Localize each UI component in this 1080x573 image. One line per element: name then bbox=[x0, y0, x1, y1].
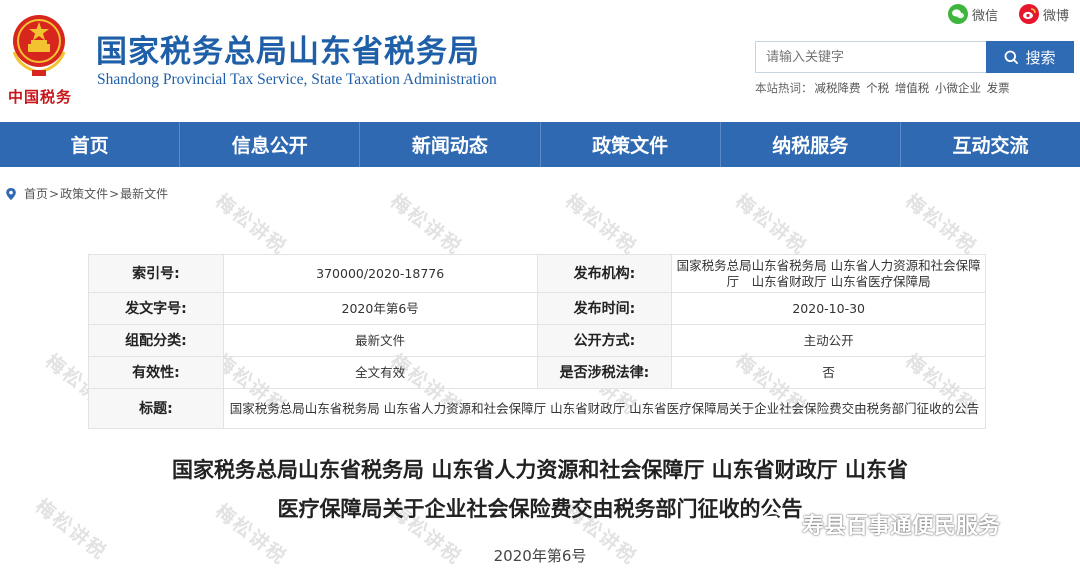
doc-number-label: 发文字号: bbox=[88, 292, 224, 325]
search-button[interactable]: 搜索 bbox=[986, 41, 1074, 73]
breadcrumb-latest[interactable]: 最新文件 bbox=[120, 185, 168, 202]
table-row: 发文字号: 2020年第6号 发布时间: 2020-10-30 bbox=[88, 292, 986, 325]
wechat-link[interactable]: 微信 bbox=[948, 4, 998, 24]
brand-watermark-text: 寿县百事通便民服务 bbox=[802, 514, 1001, 539]
publish-date-value: 2020-10-30 bbox=[671, 292, 986, 325]
watermark-text: 梅松讲税 bbox=[386, 190, 466, 260]
weibo-link[interactable]: 微博 bbox=[1019, 4, 1069, 24]
category-label: 组配分类: bbox=[88, 324, 224, 357]
hot-words: 本站热词： 减税降费 个税 增值税 小微企业 发票 bbox=[755, 80, 1010, 96]
watermark-text: 梅松讲税 bbox=[731, 190, 811, 260]
search-icon bbox=[1005, 50, 1019, 64]
emblem-caption: 中国税务 bbox=[8, 88, 73, 106]
weibo-label: 微博 bbox=[1043, 8, 1070, 24]
nav-item-home[interactable]: 首页 bbox=[0, 122, 181, 167]
watermark-text: 梅松讲税 bbox=[211, 190, 291, 260]
open-mode-label: 公开方式: bbox=[536, 324, 673, 357]
index-label: 索引号: bbox=[88, 254, 224, 293]
index-value: 370000/2020-18776 bbox=[222, 254, 538, 293]
breadcrumb-separator: > bbox=[49, 186, 60, 201]
watermark-text: 梅松讲税 bbox=[561, 190, 641, 260]
nav-item-tax-service[interactable]: 纳税服务 bbox=[721, 122, 901, 167]
hot-word-link[interactable]: 个税 bbox=[866, 81, 889, 95]
nav-item-info-disclosure[interactable]: 信息公开 bbox=[180, 122, 361, 167]
main-nav: 首页 信息公开 新闻动态 政策文件 纳税服务 互动交流 bbox=[0, 122, 1080, 167]
wechat-label: 微信 bbox=[972, 8, 999, 24]
watermark-text: 梅松讲税 bbox=[901, 190, 981, 260]
title-value: 国家税务总局山东省税务局 山东省人力资源和社会保障厅 山东省财政厅 山东省医疗保… bbox=[222, 388, 987, 429]
title-label: 标题: bbox=[88, 388, 224, 429]
category-value: 最新文件 bbox=[222, 324, 538, 357]
hot-words-label: 本站热词： bbox=[755, 81, 813, 95]
search-input[interactable] bbox=[755, 41, 987, 73]
weibo-icon bbox=[1019, 4, 1039, 24]
breadcrumb-policy[interactable]: 政策文件 bbox=[60, 185, 108, 202]
publisher-value: 国家税务总局山东省税务局 山东省人力资源和社会保障厅 山东省财政厅 山东省医疗保… bbox=[671, 254, 986, 293]
open-mode-value: 主动公开 bbox=[671, 324, 986, 357]
hot-word-link[interactable]: 减税降费 bbox=[815, 81, 861, 95]
breadcrumb-home[interactable]: 首页 bbox=[24, 185, 48, 202]
nav-item-interaction[interactable]: 互动交流 bbox=[901, 122, 1080, 167]
brand-watermark: 寿县百事通便民服务 bbox=[760, 508, 1000, 540]
table-row: 组配分类: 最新文件 公开方式: 主动公开 bbox=[88, 324, 986, 357]
article-doc-number: 2020年第6号 bbox=[493, 547, 587, 565]
national-emblem-icon bbox=[12, 15, 66, 76]
site-header: 中国税务 国家税务总局山东省税务局 Shandong Provincial Ta… bbox=[0, 0, 1080, 122]
table-row: 有效性: 全文有效 是否涉税法律: 否 bbox=[88, 356, 986, 389]
hot-word-link[interactable]: 增值税 bbox=[895, 81, 930, 95]
document-info-table: 索引号: 370000/2020-18776 发布机构: 国家税务总局山东省税务… bbox=[88, 254, 987, 429]
breadcrumb: 首页 > 政策文件 > 最新文件 bbox=[4, 185, 168, 202]
hot-word-link[interactable]: 发票 bbox=[987, 81, 1010, 95]
nav-item-news[interactable]: 新闻动态 bbox=[360, 122, 541, 167]
location-pin-icon bbox=[6, 187, 16, 200]
site-title[interactable]: 国家税务总局山东省税务局 bbox=[96, 26, 480, 71]
article-title-line: 国家税务总局山东省税务局 山东省人力资源和社会保障厅 山东省财政厅 山东省 bbox=[172, 458, 908, 482]
doc-number-value: 2020年第6号 bbox=[222, 292, 538, 325]
publisher-label: 发布机构: bbox=[536, 254, 673, 293]
hot-word-link[interactable]: 小微企业 bbox=[935, 81, 981, 95]
search-button-label: 搜索 bbox=[1025, 49, 1056, 67]
tax-law-label: 是否涉税法律: bbox=[536, 356, 673, 389]
nav-item-policy[interactable]: 政策文件 bbox=[541, 122, 721, 167]
validity-value: 全文有效 bbox=[222, 356, 538, 389]
validity-label: 有效性: bbox=[88, 356, 224, 389]
wechat-official-icon bbox=[760, 511, 793, 536]
breadcrumb-separator: > bbox=[109, 186, 120, 201]
table-row: 索引号: 370000/2020-18776 发布机构: 国家税务总局山东省税务… bbox=[88, 254, 986, 293]
wechat-icon bbox=[948, 4, 968, 24]
site-subtitle: Shandong Provincial Tax Service, State T… bbox=[97, 71, 497, 88]
table-row: 标题: 国家税务总局山东省税务局 山东省人力资源和社会保障厅 山东省财政厅 山东… bbox=[88, 388, 987, 429]
publish-date-label: 发布时间: bbox=[536, 292, 673, 325]
tax-law-value: 否 bbox=[671, 356, 986, 389]
